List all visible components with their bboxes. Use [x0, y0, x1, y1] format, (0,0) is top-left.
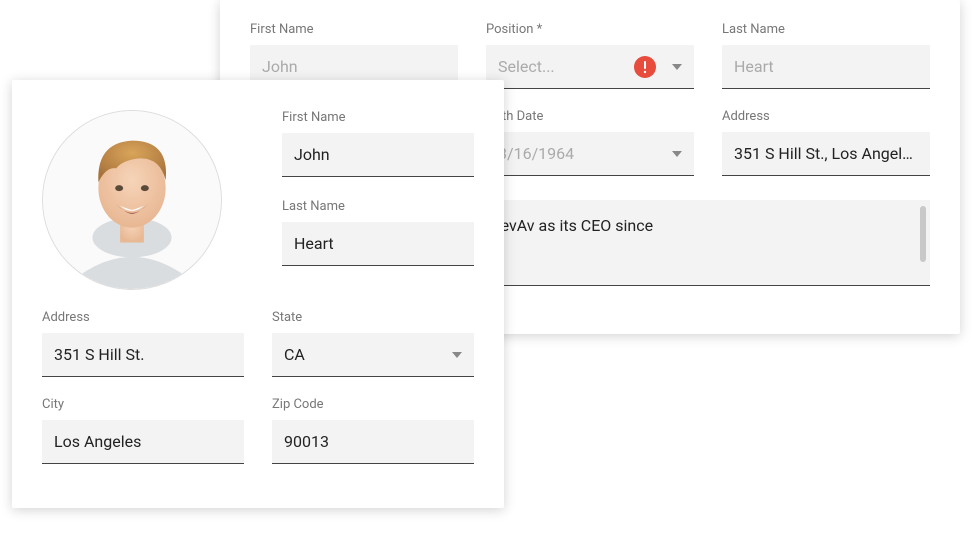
input-last-name-back[interactable]: Heart [722, 45, 930, 89]
field-group-first-name-front: First Name John [282, 110, 474, 177]
field-group-address-front: Address 351 S Hill St. [42, 310, 244, 377]
field-group-zip: Zip Code 90013 [272, 397, 474, 464]
label-state: State [272, 310, 474, 325]
select-state[interactable]: CA [272, 333, 474, 377]
input-zip[interactable]: 90013 [272, 420, 474, 464]
field-group-first-name: First Name John [250, 22, 458, 89]
label-birthdate: Birth Date [486, 109, 694, 124]
label-zip: Zip Code [272, 397, 474, 412]
select-birthdate[interactable]: 3/16/1964 [486, 132, 694, 176]
form-panel-front: First Name John Last Name Heart Address … [12, 80, 504, 508]
label-first-name-front: First Name [282, 110, 474, 125]
field-group-last-name-front: Last Name Heart [282, 199, 474, 266]
chevron-down-icon [672, 64, 682, 70]
label-last-name: Last Name [722, 22, 930, 37]
label-last-name-front: Last Name [282, 199, 474, 214]
label-position: Position * [486, 22, 694, 37]
input-city[interactable]: Los Angeles [42, 420, 244, 464]
input-address-front[interactable]: 351 S Hill St. [42, 333, 244, 377]
label-address-front: Address [42, 310, 244, 325]
field-group-position: Position * Select... [486, 22, 694, 89]
avatar [42, 110, 222, 290]
field-group-state: State CA [272, 310, 474, 377]
scrollbar-thumb[interactable] [920, 206, 926, 262]
label-first-name: First Name [250, 22, 458, 37]
chevron-down-icon [672, 151, 682, 157]
select-position[interactable]: Select... [486, 45, 694, 89]
avatar-column [42, 110, 250, 290]
input-address-back[interactable]: 351 S Hill St., Los Angeles [722, 132, 930, 176]
field-group-city: City Los Angeles [42, 397, 244, 464]
field-group-birthdate: Birth Date 3/16/1964 [486, 109, 694, 176]
field-group-last-name: Last Name Heart [722, 22, 930, 89]
error-icon [634, 56, 656, 78]
field-group-address-back: Address 351 S Hill St., Los Angeles [722, 109, 930, 176]
label-city: City [42, 397, 244, 412]
chevron-down-icon [452, 352, 462, 358]
label-address-back: Address [722, 109, 930, 124]
input-last-name-front[interactable]: Heart [282, 222, 474, 266]
input-first-name-front[interactable]: John [282, 133, 474, 177]
